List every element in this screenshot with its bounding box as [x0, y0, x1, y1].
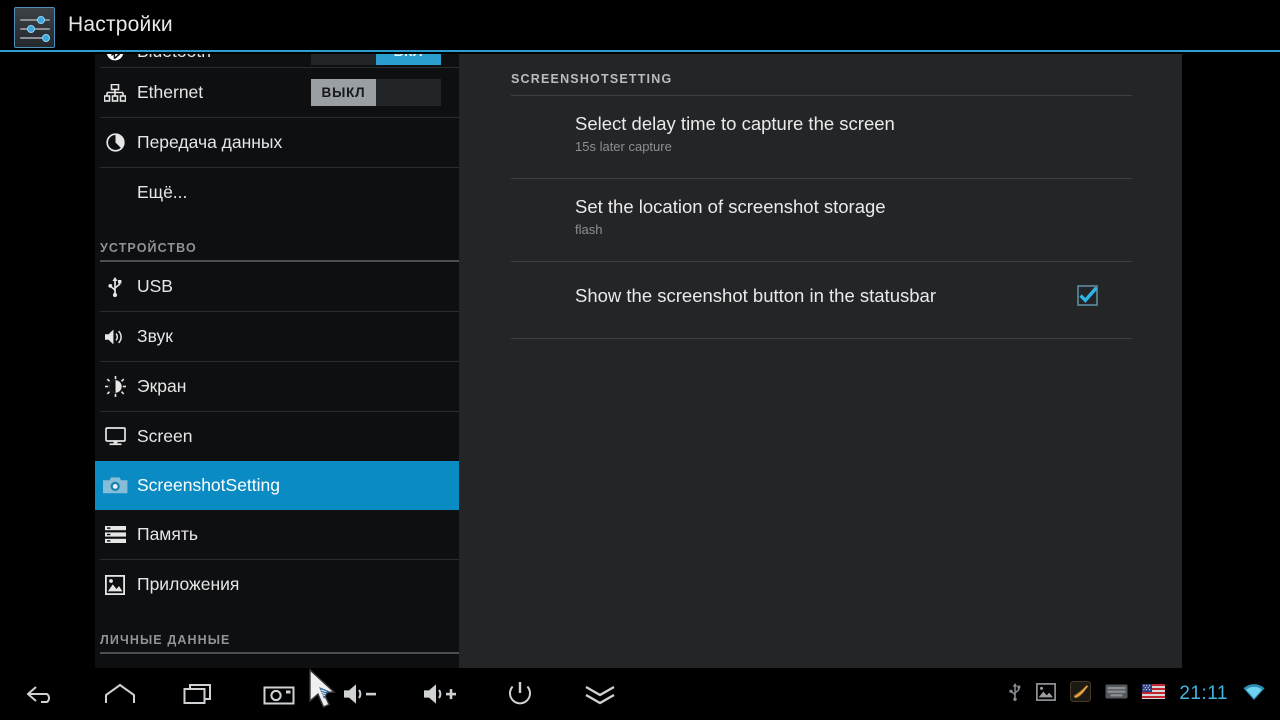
image-icon[interactable] [1036, 682, 1057, 706]
sidebar-item-screen[interactable]: Screen [95, 412, 459, 461]
toggle-on-label: ВКЛ [376, 79, 441, 106]
hide-navbar-button[interactable] [574, 668, 626, 720]
volume-up-button[interactable] [414, 668, 466, 720]
recents-button[interactable] [173, 668, 225, 720]
sidebar-item-sound[interactable]: Звук [95, 312, 459, 361]
wifi-icon[interactable] [1242, 682, 1266, 706]
statusbar-button-checkbox[interactable] [1077, 285, 1098, 306]
sidebar-item-label: Ещё... [137, 182, 188, 202]
camera-icon [263, 686, 295, 705]
sidebar-item-ethernet[interactable]: Ethernet ВЫКЛ ВКЛ [95, 68, 459, 117]
sidebar-item-label: Bluetooth [135, 54, 211, 62]
sidebar-item-bluetooth[interactable]: Bluetooth ВЫКЛ ВКЛ [95, 54, 459, 67]
volume-up-icon [424, 684, 456, 704]
home-button[interactable] [94, 668, 146, 720]
sidebar-item-label: Память [137, 524, 198, 544]
toggle-off-label: ВЫКЛ [311, 79, 376, 106]
sidebar-item-label: Ethernet [137, 82, 204, 102]
volume-down-icon [344, 684, 376, 704]
content-section-title: SCREENSHOTSETTING [511, 72, 673, 86]
back-button[interactable] [14, 668, 66, 720]
status-icons: 21:11 [994, 668, 1280, 720]
power-icon [509, 682, 531, 705]
sidebar-item-label: Передача данных [137, 132, 283, 152]
storage-list-icon [95, 510, 135, 559]
recents-icon [183, 684, 211, 704]
sidebar-section-personal-title: ЛИЧНЫЕ ДАННЫЕ [100, 633, 231, 647]
sidebar-item-screenshot-setting[interactable]: ScreenshotSetting [95, 461, 459, 510]
power-button[interactable] [494, 668, 546, 720]
bluetooth-toggle[interactable]: ВЫКЛ ВКЛ [311, 54, 441, 65]
chevron-double-down-icon [585, 685, 615, 705]
preference-summary: flash [575, 222, 603, 238]
screenshot-button[interactable] [253, 668, 305, 720]
back-arrow-icon [26, 686, 50, 703]
sidebar-section-device-title: УСТРОЙСТВО [100, 241, 197, 255]
title-bar: Настройки [0, 0, 1280, 52]
us-flag-icon[interactable] [1142, 684, 1166, 704]
preference-delay-time[interactable]: Select delay time to capture the screen … [511, 96, 1132, 169]
sidebar-item-label: Screen [137, 426, 193, 446]
preference-title: Select delay time to capture the screen [575, 113, 895, 134]
volume-down-button[interactable] [334, 668, 386, 720]
sidebar-item-more[interactable]: Ещё... [95, 168, 459, 217]
settings-sidebar[interactable]: Bluetooth ВЫКЛ ВКЛ E [95, 54, 459, 668]
status-clock: 21:11 [1179, 683, 1228, 704]
toggle-on-label: ВКЛ [376, 54, 441, 65]
sidebar-item-data-usage[interactable]: Передача данных [95, 118, 459, 167]
preference-title: Set the location of screenshot storage [575, 196, 886, 218]
preference-title: Show the screenshot button in the status… [575, 285, 936, 307]
sidebar-item-my-location[interactable]: Мое местоположение [95, 654, 459, 668]
apps-picture-icon [95, 560, 135, 609]
usb-icon[interactable] [1008, 682, 1022, 706]
preference-storage-location[interactable]: Set the location of screenshot storage f… [511, 179, 1132, 252]
page-title: Настройки [68, 13, 173, 36]
home-icon [105, 683, 135, 703]
body-area: Bluetooth ВЫКЛ ВКЛ E [0, 54, 1280, 668]
sidebar-item-label: Звук [137, 326, 173, 346]
sidebar-item-display[interactable]: Экран [95, 362, 459, 411]
camera-icon [95, 461, 135, 510]
sidebar-item-label: Экран [137, 376, 187, 396]
preference-show-statusbar-button[interactable]: Show the screenshot button in the status… [511, 262, 1132, 329]
settings-sliders-icon [14, 7, 55, 48]
toggle-off-label: ВЫКЛ [311, 54, 376, 65]
ethernet-toggle[interactable]: ВЫКЛ ВКЛ [311, 79, 441, 106]
android-settings-screen: Настройки Bluetooth ВЫКЛ ВКЛ [0, 0, 1280, 720]
app-notification-icon[interactable] [1070, 681, 1092, 707]
speaker-icon [95, 312, 135, 361]
content-panel: SCREENSHOTSETTING Select delay time to c… [459, 54, 1182, 668]
sidebar-item-label: ScreenshotSetting [137, 475, 281, 495]
sidebar-item-label: Приложения [137, 574, 240, 594]
system-navigation-bar: 21:11 [0, 668, 1280, 720]
preference-summary: 15s later capture [575, 139, 672, 155]
location-crosshair-icon [95, 654, 135, 668]
sidebar-item-apps[interactable]: Приложения [95, 560, 459, 609]
usb-icon [95, 262, 135, 311]
data-usage-pie-icon [95, 118, 135, 167]
sidebar-item-storage[interactable]: Память [95, 510, 459, 559]
sidebar-item-label: USB [137, 276, 173, 296]
monitor-icon [95, 412, 135, 461]
brightness-icon [95, 362, 135, 411]
divider [511, 338, 1132, 340]
keyboard-icon[interactable] [1105, 684, 1128, 704]
sidebar-item-usb[interactable]: USB [95, 262, 459, 311]
ethernet-icon [95, 68, 135, 117]
